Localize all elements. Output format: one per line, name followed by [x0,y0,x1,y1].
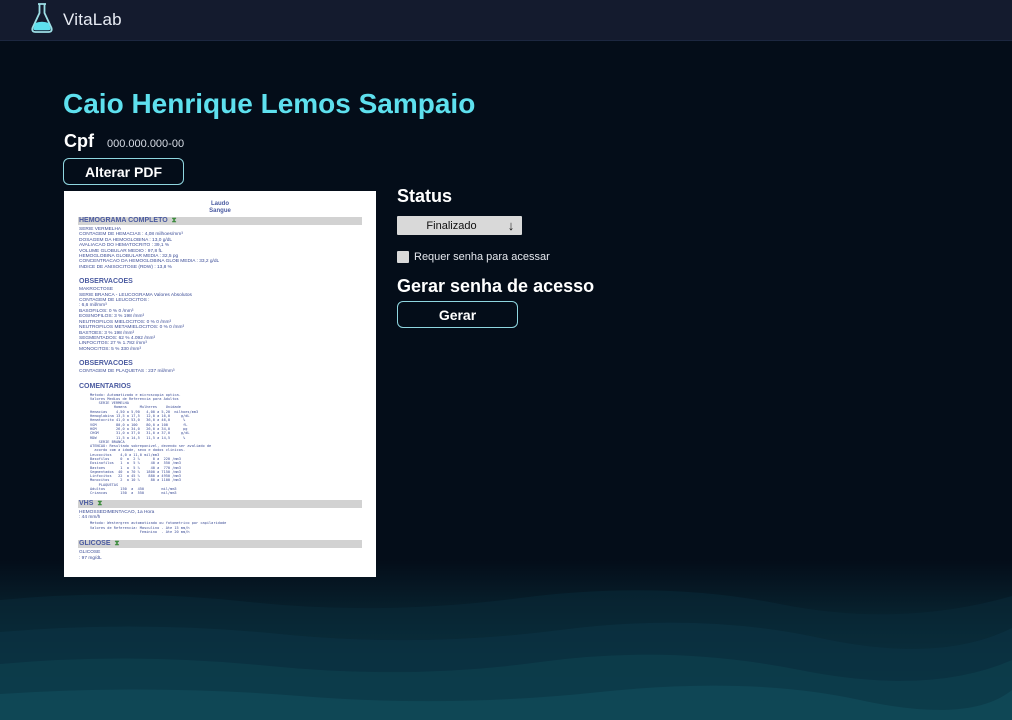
pdf-line: : 97 mg/dL [79,555,102,561]
pdf-section-title: HEMOGRAMA COMPLETO [79,217,168,224]
pdf-line: : 44 mm/h [79,515,101,521]
arrow-down-icon: ↓ [507,218,515,233]
change-pdf-button[interactable]: Alterar PDF [63,158,184,185]
pdf-lines: MAKROCTOSE SERIE BRANCA - LEUCOGRAMA Valo… [79,287,361,352]
hourglass-icon: ⧗ [171,217,177,224]
pdf-section-title: COMENTARIOS [79,382,131,390]
hourglass-icon: ⧗ [97,499,103,507]
pdf-preview[interactable]: Laudo Sangue HEMOGRAMA COMPLETO ⧗ SERIE V… [64,191,376,577]
pdf-line: INDICE DE ANISOCITOSE (RDW) : 13,8 % [79,264,172,270]
patient-name: Caio Henrique Lemos Sampaio [63,88,476,119]
pdf-line: CONTAGEM DE PLAQUETAS : 237 mil/mm³ [79,369,175,375]
pdf-lines: GLICOSE: 97 mg/dL [79,550,361,561]
pdf-lines: SERIE VERMELHA CONTAGEM DE HEMACIAS : 4,0… [79,227,361,270]
pdf-line: Feminino - Ate 20 mm/h [90,530,190,535]
status-label: Status [397,186,453,206]
pdf-section-title: OBSERVACOES [79,278,133,286]
pdf-header: Laudo Sangue [64,201,376,215]
generate-button[interactable]: Gerar [397,301,518,328]
cpf-row: Cpf 000.000.000-00 [64,131,184,152]
status-selected-value: Finalizado [426,219,477,232]
pdf-mono-lines: Metodo: Automatizado e microscopia optic… [90,393,350,496]
brand[interactable]: VitaLab [31,2,122,38]
pdf-section-title: VHS [79,499,94,507]
status-select[interactable]: Finalizado ↓ [397,216,522,235]
pdf-line: MONOCITOS: 5 % 330 /mm³ [79,346,142,352]
hourglass-icon: ⧗ [114,540,120,548]
pdf-lines: HEMOSSEDIMENTACAO, 1a Hora: 44 mm/h [79,510,361,521]
pdf-mono-lines: Metodo: Westergren automatizado ou fotom… [90,521,350,534]
cpf-label: Cpf [64,131,94,151]
pdf-header-line: Laudo [211,201,229,207]
wave-background [0,560,1012,720]
pdf-section-title: OBSERVACOES [79,360,133,368]
cpf-value: 000.000.000-00 [107,138,185,150]
generate-password-title: Gerar senha de acesso [397,276,595,296]
pdf-section-glicose: GLICOSE ⧗ [78,540,362,549]
flask-icon [31,2,53,38]
app-name: VitaLab [63,10,122,29]
pdf-section-vhs: VHS ⧗ [78,499,362,508]
pdf-section-title: GLICOSE [79,540,111,548]
pdf-header-line: Sangue [209,208,231,214]
password-required-label: Requer senha para acessar [414,251,550,263]
top-navbar: VitaLab [0,0,1012,41]
pdf-section-hemograma: HEMOGRAMA COMPLETO ⧗ [78,217,362,225]
password-required-row[interactable]: Requer senha para acessar [397,251,550,263]
password-required-checkbox[interactable] [397,251,409,263]
pdf-lines: CONTAGEM DE PLAQUETAS : 237 mil/mm³ [79,369,361,374]
pdf-line: Criancas 150 a 550 mil/mm3 [90,491,177,496]
